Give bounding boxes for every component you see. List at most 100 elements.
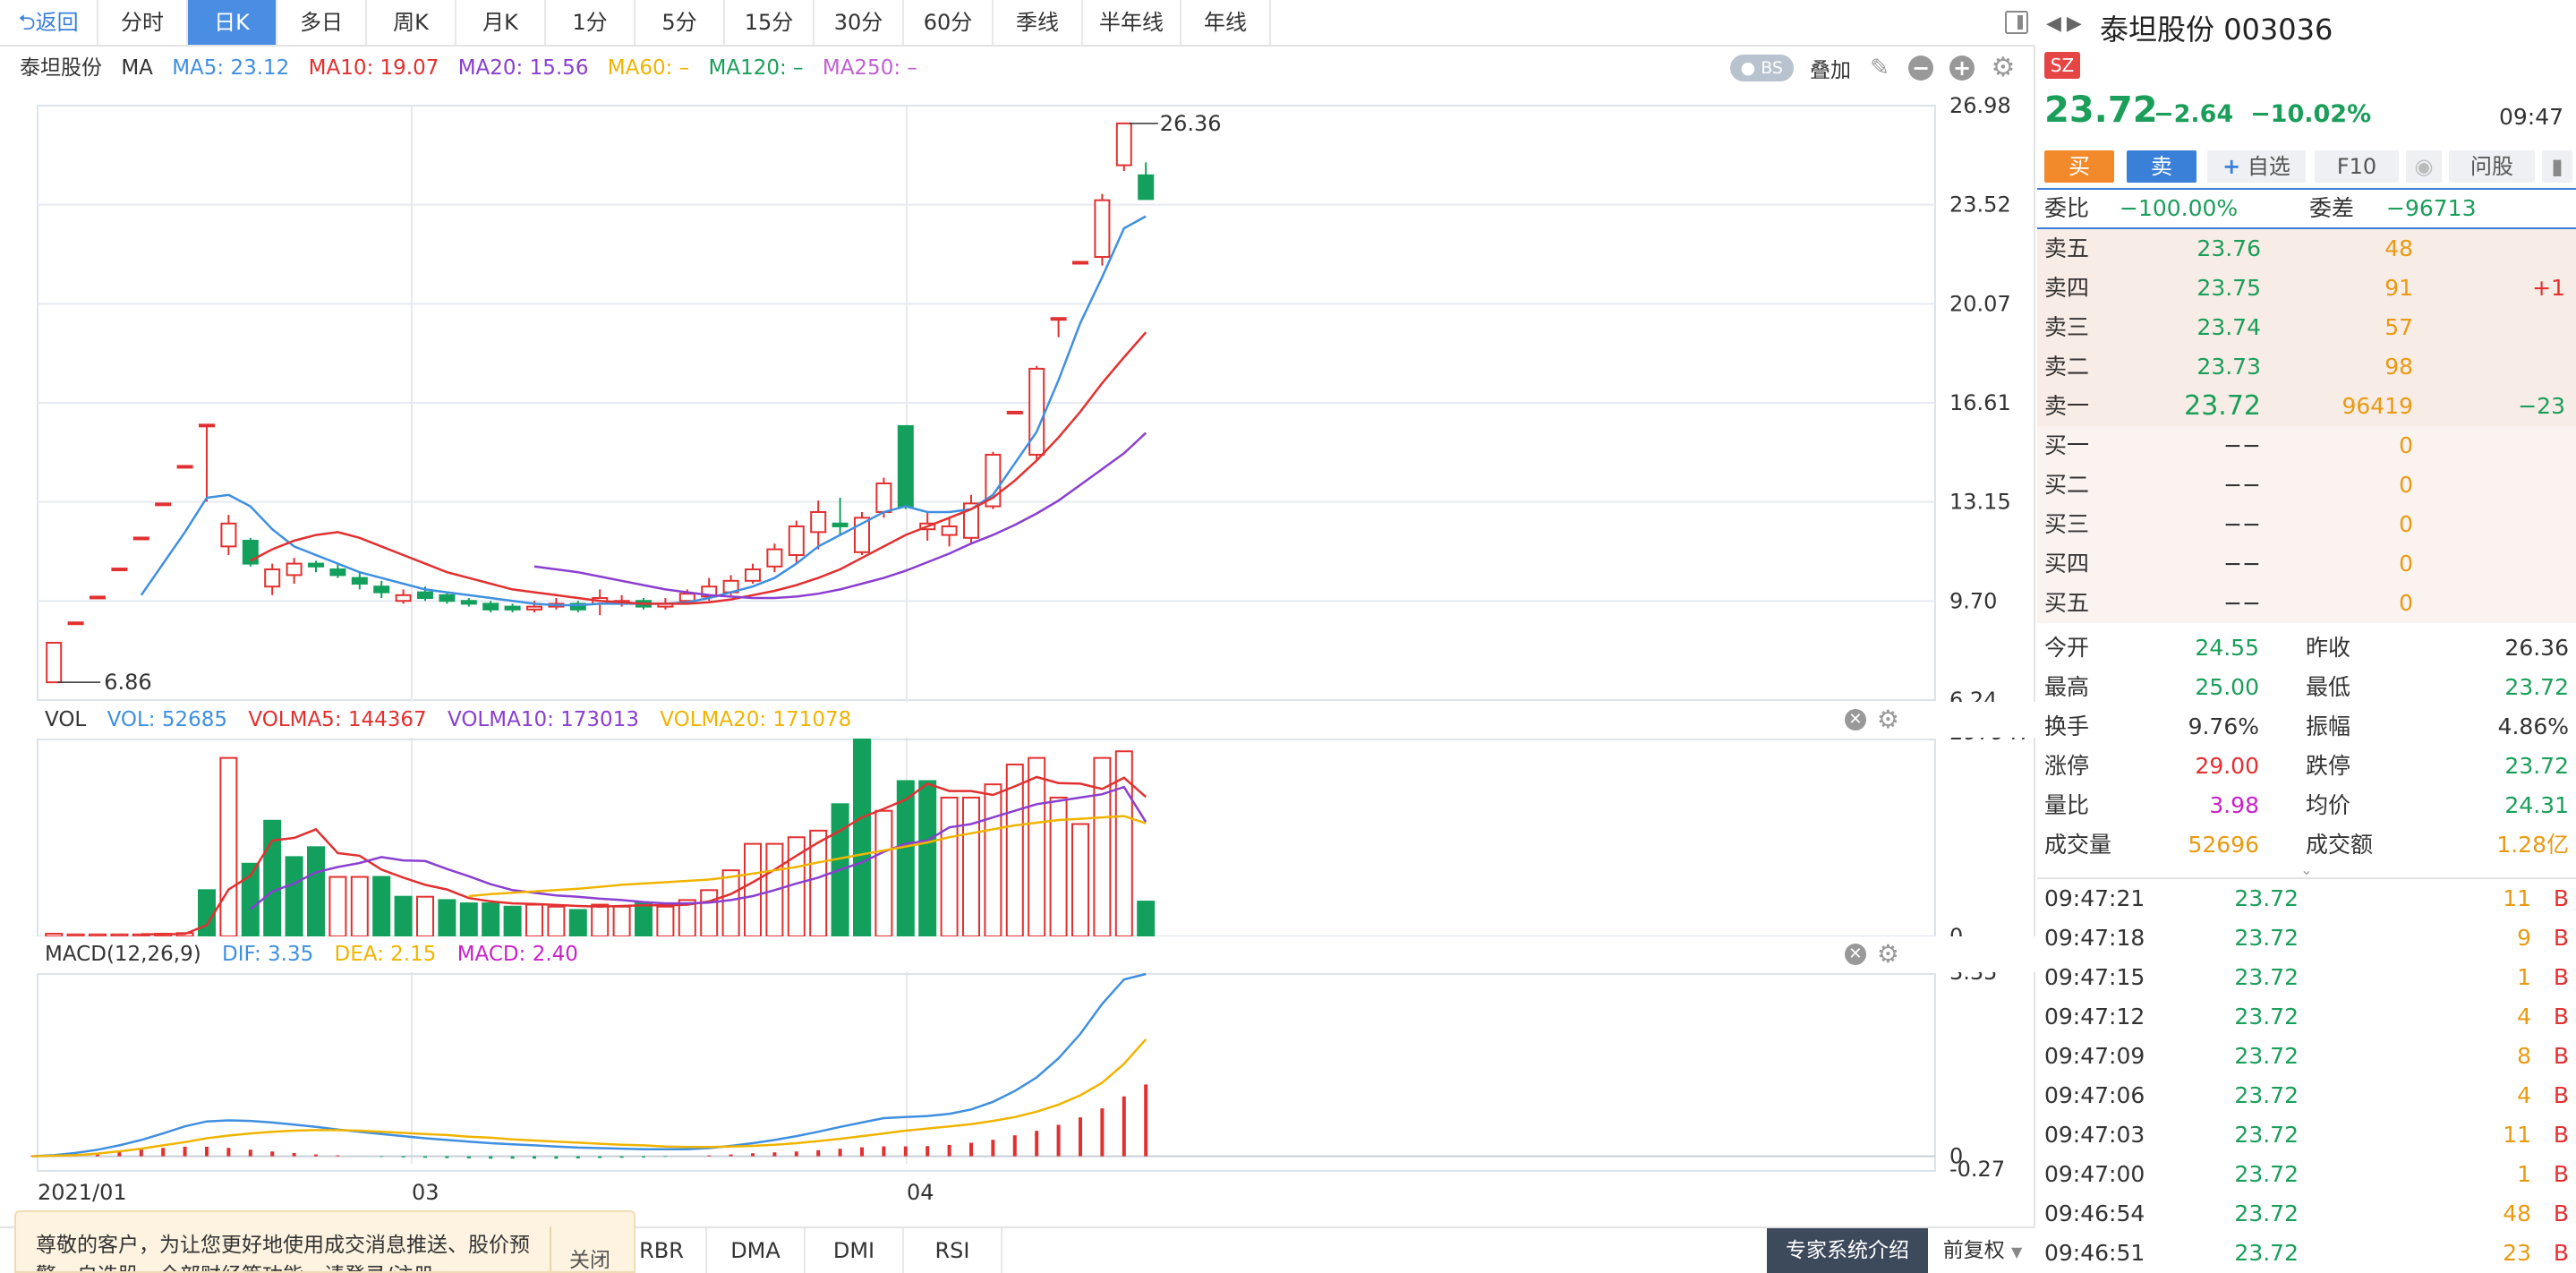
tick-side: B (2553, 885, 2569, 911)
tick-side: B (2553, 964, 2569, 990)
tab-dma[interactable]: DMA (707, 1228, 806, 1273)
tick-side: B (2553, 925, 2569, 951)
vol-bar (328, 876, 347, 937)
tick-volume: 4 (2517, 1082, 2531, 1108)
close-macd-icon[interactable]: ✕ (1844, 944, 1866, 965)
bell-icon[interactable]: ◉ (2406, 150, 2442, 183)
candle-body (1050, 317, 1067, 321)
stat-label: 最低 (2306, 674, 2351, 700)
book-vol: 96419 (2341, 393, 2413, 419)
macd-panel-frame (37, 973, 1936, 1172)
vol-bar (984, 783, 1002, 937)
candle-body (176, 465, 193, 469)
price-tick-label: 20.07 (1949, 291, 2011, 316)
order-book: 卖五 23.76 48 卖四 23.75 91 +1 卖三 23.74 57 卖二 23.73 98 卖一… (2037, 229, 2576, 627)
tick-volume: 11 (2503, 885, 2531, 911)
book-chg: −23 (2518, 393, 2565, 419)
prev-stock-icon[interactable]: ◀ (2046, 13, 2067, 35)
stat-value: 29.00 (2195, 753, 2259, 779)
book-label: 买四 (2044, 551, 2090, 577)
book-price: 23.74 (2196, 314, 2261, 340)
ma5-line (140, 215, 1147, 607)
buy-button[interactable]: 买 (2044, 150, 2114, 183)
nav-arrows[interactable]: ◀▶ (2046, 13, 2087, 35)
macd-value: MACD: 2.40 (456, 943, 578, 966)
candle-body (788, 525, 805, 557)
candle-body (832, 522, 849, 527)
tick-volume: 4 (2517, 1004, 2531, 1030)
dea-line (31, 1038, 1147, 1158)
vol-bar (591, 903, 610, 937)
vol-bar (896, 780, 915, 937)
stat-label: 量比 (2044, 792, 2090, 818)
tab-dmi[interactable]: DMI (806, 1228, 904, 1273)
vol-bar (568, 909, 587, 937)
tick-time: 09:46:51 (2044, 1240, 2145, 1266)
quote-panel: ◀▶ 泰坦股份 003036 SZ 23.72 −2.64 −10.02% 09… (2037, 0, 2576, 1273)
book-vol: 0 (2399, 590, 2413, 616)
kline-chart[interactable]: 26.9823.5220.0716.6113.159.706.242021/01… (0, 0, 2035, 1226)
tab-rsi[interactable]: RSI (904, 1228, 1002, 1273)
stat-value: 23.72 (2504, 753, 2569, 779)
vol-bar (547, 905, 566, 938)
price-change: −2.64 −10.02% (2154, 100, 2372, 128)
close-vol-icon[interactable]: ✕ (1844, 709, 1866, 730)
candle-body (351, 577, 368, 585)
vol-bar (612, 905, 631, 938)
order-ratio: 委比 −100.00% 委差 −96713 (2037, 188, 2576, 229)
stat-label: 成交额 (2306, 832, 2374, 858)
stat-value: 4.86% (2497, 713, 2569, 739)
tick-volume: 1 (2517, 1161, 2531, 1187)
tick-time: 09:47:09 (2044, 1043, 2145, 1069)
stat-row: 量比 3.98 均价 24.31 (2037, 786, 2576, 825)
tick-price: 23.72 (2234, 1043, 2299, 1069)
f10-button[interactable]: F10 (2315, 150, 2399, 183)
vol-bar (503, 905, 522, 938)
tick-time: 09:47:03 (2044, 1122, 2145, 1148)
date-label: 03 (412, 1180, 439, 1205)
candle-body (46, 641, 63, 684)
stat-value: 25.00 (2195, 674, 2259, 700)
price-tick-label: 26.98 (1949, 93, 2011, 118)
candle-body (1094, 199, 1111, 259)
tick-list[interactable]: 09:47:21 23.72 11 B 09:47:18 23.72 9 B 09:47:15 2… (2037, 877, 2576, 1273)
macd-gear-icon[interactable]: ⚙ (1877, 942, 1899, 967)
tick-row: 09:47:09 23.72 8 B (2037, 1037, 2576, 1076)
stock-header: ◀▶ 泰坦股份 003036 SZ 23.72 −2.64 −10.02% 09… (2037, 0, 2576, 143)
stock-title: 泰坦股份 003036 (2100, 13, 2333, 47)
vol-bar (1071, 823, 1089, 937)
book-label: 卖一 (2044, 393, 2090, 419)
stat-row: 今开 24.55 昨收 26.36 (2037, 628, 2576, 668)
book-vol: 91 (2384, 275, 2413, 301)
vol-gear-icon[interactable]: ⚙ (1877, 707, 1899, 732)
book-vol: 0 (2399, 432, 2413, 458)
vol-bar (394, 895, 413, 938)
expand-chevron-icon[interactable]: ⌄ (2037, 861, 2576, 878)
book-vol: 0 (2399, 551, 2413, 577)
candle-body (111, 568, 128, 572)
vol-bar (372, 876, 391, 937)
book-label: 买三 (2044, 511, 2090, 537)
tick-time: 09:47:06 (2044, 1082, 2145, 1108)
adjust-select[interactable]: 前复权 ▼ (1933, 1228, 2032, 1273)
notice-close-button[interactable]: 关闭 (550, 1226, 628, 1271)
add-watchlist-button[interactable]: + 自选 (2207, 150, 2306, 183)
vol-bar (656, 905, 675, 938)
book-chg: +1 (2532, 275, 2565, 301)
book-price: 23.75 (2196, 275, 2261, 301)
macd-tools: ✕ ⚙ (1844, 936, 1899, 972)
tick-volume: 23 (2503, 1240, 2531, 1266)
vol-bar (940, 796, 959, 937)
candle-body (1006, 410, 1023, 414)
expert-system-button[interactable]: 专家系统介绍 (1767, 1228, 1928, 1273)
ask-stock-button[interactable]: 问股 (2449, 150, 2535, 183)
panel-toggle-icon[interactable]: ▮ (2542, 150, 2572, 183)
candle-body (482, 602, 499, 611)
price-tick-label: 23.52 (1949, 192, 2011, 218)
macd-title: MACD(12,26,9) (45, 943, 201, 966)
next-stock-icon[interactable]: ▶ (2067, 13, 2087, 35)
candle-body (745, 568, 761, 582)
sell-button[interactable]: 卖 (2127, 150, 2196, 183)
candle-body (1115, 122, 1132, 167)
book-label: 卖五 (2044, 235, 2090, 261)
